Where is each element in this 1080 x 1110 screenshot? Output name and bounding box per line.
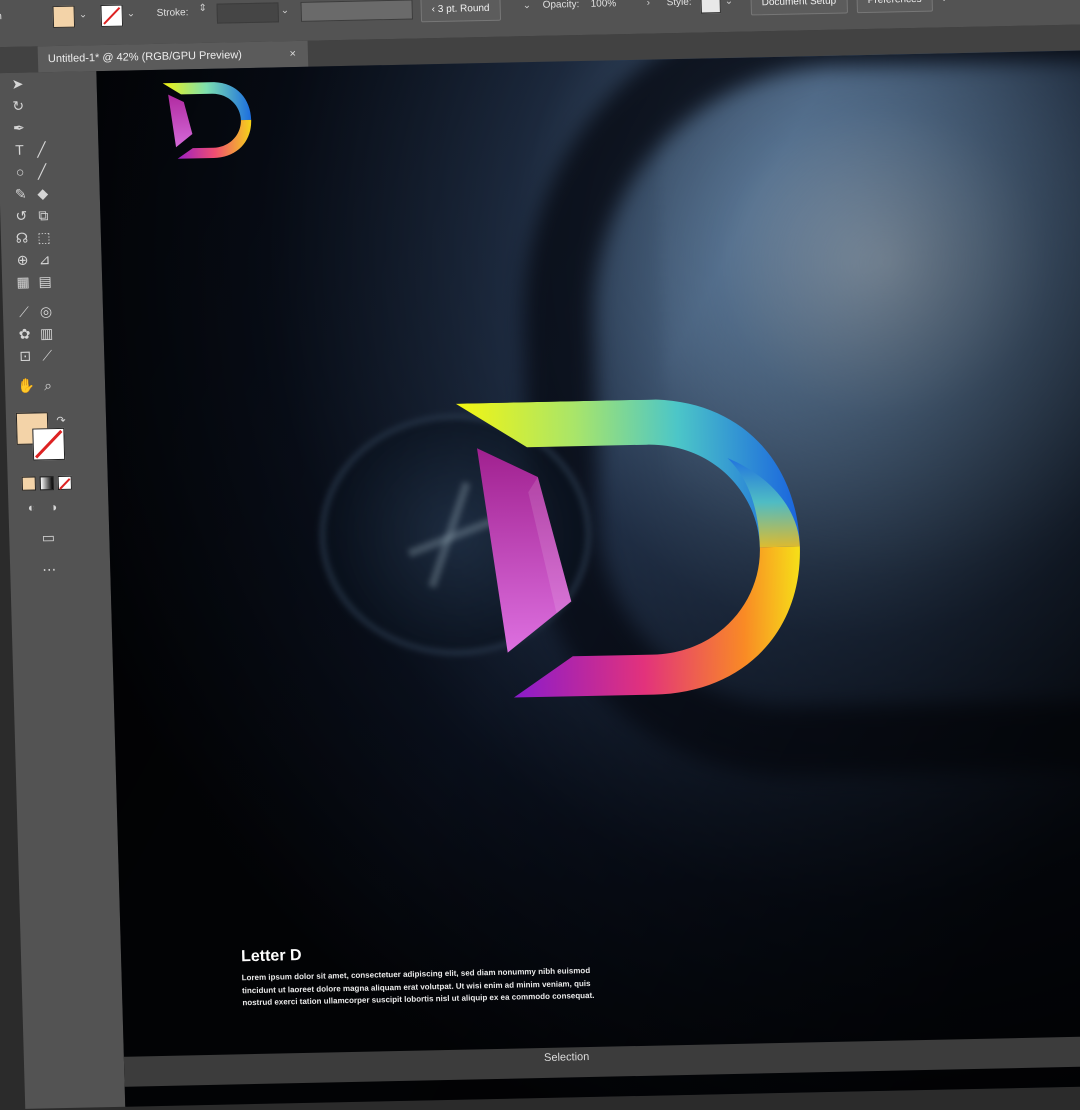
screen-mode-icon[interactable]: ▭ — [39, 528, 57, 546]
style-swatch[interactable] — [700, 0, 721, 14]
selection-icon[interactable]: ➤ — [8, 75, 26, 93]
chevron-down-icon[interactable]: ⌄ — [523, 0, 532, 11]
type-icon[interactable]: T — [10, 141, 28, 159]
brush-definition-dropdown[interactable]: ‹ 3 pt. Round — [420, 0, 501, 23]
chevron-down-icon[interactable]: ⌄ — [79, 9, 88, 20]
none-mode-icon[interactable] — [57, 475, 72, 491]
stroke-color-box[interactable] — [32, 427, 66, 461]
variable-width-field[interactable] — [300, 0, 414, 22]
brush-value: 3 pt. Round — [437, 2, 490, 15]
rotate-icon[interactable]: ↺ — [12, 207, 30, 225]
free-transform-icon[interactable]: ⬚ — [35, 228, 53, 246]
preferences-button[interactable]: Preferences — [856, 0, 933, 14]
perspective-icon[interactable]: ⊿ — [35, 250, 53, 268]
graph-icon[interactable]: ▥ — [37, 324, 55, 342]
artboard-icon[interactable]: ⊡ — [16, 347, 34, 365]
eyedropper-icon[interactable]: ⟋ — [15, 303, 33, 321]
no-fill-icon — [59, 478, 71, 490]
artboard-caption: Letter D Lorem ipsum dolor sit amet, con… — [241, 940, 623, 1009]
more-tools-icon[interactable]: ⋯ — [40, 560, 58, 578]
chevron-right-icon[interactable]: › — [646, 0, 650, 9]
stepper-icon[interactable]: ⇕ — [198, 3, 207, 14]
control-label: ction — [0, 11, 3, 23]
opacity-value[interactable]: 100% — [590, 0, 616, 10]
warp-icon[interactable]: ☊ — [13, 229, 31, 247]
blend-icon[interactable]: ◎ — [37, 302, 55, 320]
chevron-down-icon[interactable]: ⌄ — [958, 0, 967, 2]
ellipse-icon[interactable]: ○ — [11, 163, 29, 181]
eraser-icon[interactable]: ◆ — [33, 184, 51, 202]
current-tool-label: Selection — [543, 1051, 590, 1064]
zoom-icon[interactable]: ⌕ — [39, 376, 57, 394]
style-label: Style: — [666, 0, 692, 9]
lasso-icon[interactable]: ↻ — [9, 97, 27, 115]
draw-mode-icon[interactable]: ◐ — [22, 498, 40, 516]
document-setup-button[interactable]: Document Setup — [750, 0, 848, 16]
color-mode-icon[interactable] — [21, 476, 37, 491]
chevron-down-icon[interactable]: ⌄ — [127, 8, 136, 19]
artboard-canvas[interactable]: Letter D Lorem ipsum dolor sit amet, con… — [96, 49, 1080, 1107]
shape-builder-icon[interactable]: ⊕ — [13, 251, 31, 269]
caption-body: Lorem ipsum dolor sit amet, consectetuer… — [241, 965, 595, 1008]
no-stroke-icon — [103, 6, 121, 25]
small-letter-d-logo — [162, 82, 252, 159]
close-icon[interactable]: × — [289, 41, 296, 67]
fill-swatch[interactable] — [52, 5, 76, 29]
pen-icon[interactable]: ✒ — [10, 119, 28, 137]
letter-d-logo — [455, 399, 800, 698]
line-icon[interactable]: ╱ — [32, 140, 50, 158]
scale-icon[interactable]: ⧉ — [34, 206, 52, 224]
slice-icon[interactable]: ⟋ — [38, 346, 56, 364]
stroke-label: Stroke: — [156, 7, 189, 19]
chevron-down-icon[interactable]: ⌄ — [281, 5, 290, 16]
mesh-icon[interactable]: ▦ — [14, 273, 32, 291]
arrange-icon[interactable]: ⊹ — [938, 0, 949, 5]
opacity-label: Opacity: — [542, 0, 580, 11]
swap-icon[interactable]: ↷ — [52, 412, 70, 430]
no-stroke-icon — [34, 429, 63, 459]
pencil-icon[interactable]: ✎ — [11, 185, 29, 203]
document-tab-title: Untitled-1* @ 42% (RGB/GPU Preview) — [47, 49, 243, 66]
hand-icon[interactable]: ✋ — [17, 377, 35, 395]
gradient-mode-icon[interactable] — [39, 476, 55, 491]
chevron-down-icon[interactable]: ⌄ — [724, 0, 733, 7]
symbol-icon[interactable]: ✿ — [15, 325, 33, 343]
stroke-swatch[interactable] — [100, 4, 124, 28]
brush-icon[interactable]: ╱ — [33, 162, 51, 180]
stroke-weight-field[interactable] — [216, 2, 280, 24]
draw-behind-icon[interactable]: ◑ — [44, 498, 62, 516]
caret-left-icon: ‹ — [431, 4, 436, 16]
gradient-icon[interactable]: ▤ — [36, 272, 54, 290]
